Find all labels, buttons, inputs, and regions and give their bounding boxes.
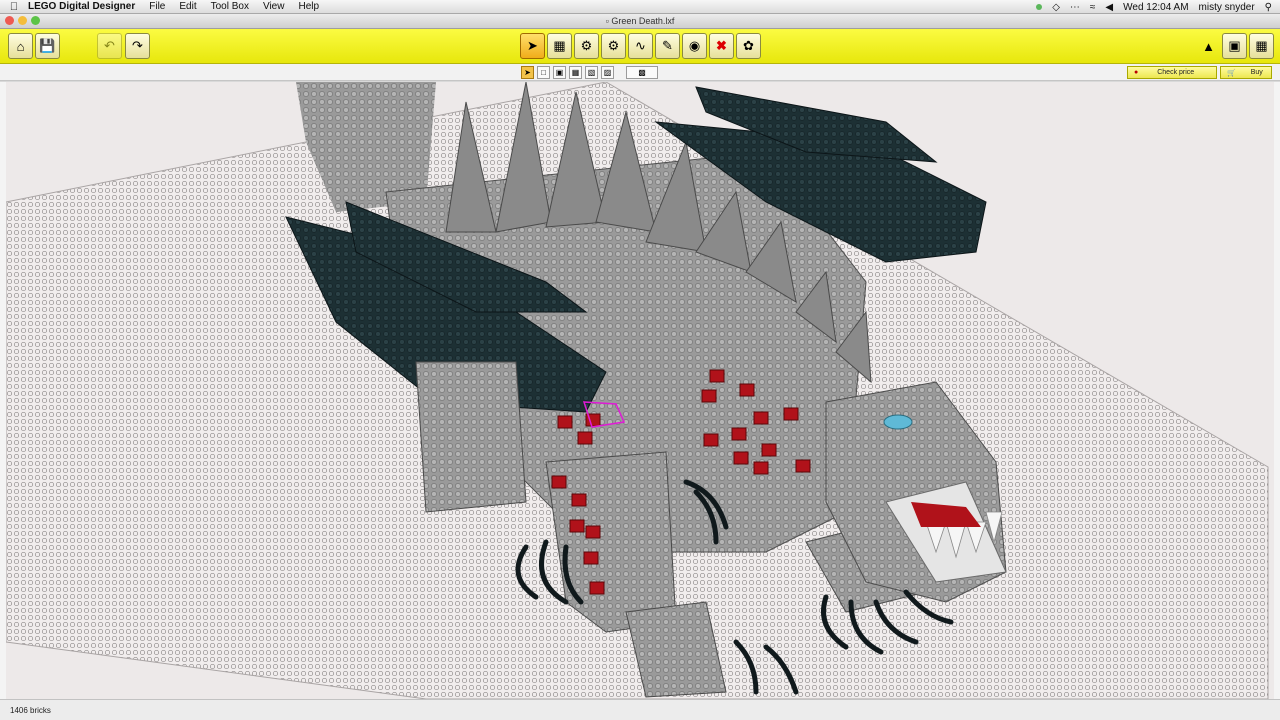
apple-menu-icon[interactable]: : [0, 1, 28, 13]
view-mode-icon: ▣: [1228, 38, 1241, 53]
menu-edit[interactable]: Edit: [179, 1, 196, 12]
buy-label: Buy: [1250, 69, 1263, 76]
flex-tool-button[interactable]: ∿: [628, 33, 653, 59]
status-bar: 1406 bricks: [0, 699, 1280, 720]
menu-view[interactable]: View: [263, 1, 285, 12]
document-title: ▫ Green Death.lxf: [0, 16, 1280, 26]
instructions-icon: ▦: [1255, 38, 1268, 53]
check-price-icon: ●: [1134, 69, 1139, 76]
multi-select-button[interactable]: □: [537, 66, 550, 79]
single-select-button[interactable]: ➤: [521, 66, 534, 79]
view-mode-button[interactable]: ▣: [1222, 33, 1247, 59]
decorate-icon: ✿: [743, 38, 754, 53]
mac-menubar:  LEGO Digital Designer File Edit Tool B…: [0, 0, 1280, 14]
home-button[interactable]: ⌂: [8, 33, 33, 59]
hinge-tool-button[interactable]: ⚙: [574, 33, 599, 59]
instructions-mode-button[interactable]: ▦: [1249, 33, 1274, 59]
clone-icon: ▦: [553, 38, 566, 53]
save-icon: 💾: [39, 38, 56, 53]
document-title-text: Green Death.lxf: [611, 16, 675, 26]
select-tool-button[interactable]: ➤: [520, 33, 545, 59]
redo-icon: ↷: [132, 38, 143, 53]
connected-select-icon: ▣: [555, 68, 564, 77]
delete-tool-button[interactable]: ✖: [709, 33, 734, 59]
window-titlebar: ▫ Green Death.lxf: [0, 14, 1280, 29]
menubar-clock[interactable]: Wed 12:04 AM: [1123, 2, 1188, 13]
status-indicator-icon[interactable]: [1036, 4, 1043, 10]
build-canvas[interactable]: [0, 82, 1280, 699]
connected-select-button[interactable]: ▣: [553, 66, 566, 79]
document-icon: ▫: [605, 16, 609, 26]
build-mode-icon: ▲: [1202, 38, 1215, 54]
check-price-button[interactable]: ● Check price: [1127, 66, 1217, 79]
group-icon: ▩: [638, 68, 646, 77]
model-viewport[interactable]: [6, 82, 1274, 699]
save-button[interactable]: 💾: [35, 33, 60, 59]
app-menu[interactable]: LEGO Digital Designer: [28, 1, 135, 12]
color-select-button[interactable]: ▦: [569, 66, 582, 79]
multi-select-icon: □: [541, 68, 546, 77]
wifi-icon[interactable]: ≈: [1090, 2, 1096, 13]
invert-select-button[interactable]: ▨: [601, 66, 614, 79]
undo-icon: ↶: [104, 38, 115, 53]
select-arrow-icon: ➤: [527, 38, 538, 53]
menu-help[interactable]: Help: [298, 1, 319, 12]
volume-icon[interactable]: ◀: [1105, 2, 1113, 13]
sub-toolbar: ➤ □ ▣ ▦ ▧ ▨ ▩ ● Check price 🛒 Buy: [0, 64, 1280, 81]
menubar-user[interactable]: misty snyder: [1199, 2, 1255, 13]
paint-icon: ✎: [662, 38, 673, 53]
hinge-icon: ⚙: [580, 38, 593, 53]
flex-icon: ∿: [635, 38, 646, 53]
hinge-align-icon: ⚙: [607, 38, 620, 53]
redo-button[interactable]: ↷: [125, 33, 150, 59]
menu-file[interactable]: File: [149, 1, 165, 12]
app-window:  LEGO Digital Designer File Edit Tool B…: [0, 0, 1280, 720]
group-select-button[interactable]: ▩: [626, 66, 658, 79]
build-mode-button[interactable]: ▲: [1196, 33, 1221, 59]
dragon-eye: [883, 414, 913, 430]
delete-icon: ✖: [716, 38, 727, 53]
shape-select-icon: ▧: [587, 68, 596, 77]
buy-button[interactable]: 🛒 Buy: [1220, 66, 1272, 79]
menubar-extras: ◇ ⋯ ≈ ◀ Wed 12:04 AM misty snyder ⚲: [1036, 0, 1272, 14]
check-price-label: Check price: [1157, 69, 1195, 76]
hide-tool-button[interactable]: ◉: [682, 33, 707, 59]
paint-tool-button[interactable]: ✎: [655, 33, 680, 59]
spotlight-icon[interactable]: ⚲: [1265, 2, 1272, 13]
cart-icon: 🛒: [1227, 69, 1236, 77]
invert-select-icon: ▨: [603, 68, 612, 77]
shape-select-button[interactable]: ▧: [585, 66, 598, 79]
cursor-icon: ➤: [524, 68, 531, 77]
hide-icon: ◉: [688, 38, 701, 53]
main-toolbar: ⌂ 💾 ↶ ↷ ➤ ▦ ⚙ ⚙ ∿ ✎ ◉ ✖ ✿ ▲ ▣ ▦: [0, 29, 1280, 64]
undo-button[interactable]: ↶: [97, 33, 122, 59]
overflow-icon[interactable]: ⋯: [1070, 2, 1080, 13]
hinge-align-tool-button[interactable]: ⚙: [601, 33, 626, 59]
clone-tool-button[interactable]: ▦: [547, 33, 572, 59]
color-select-icon: ▦: [571, 68, 580, 77]
decorate-tool-button[interactable]: ✿: [736, 33, 761, 59]
menu-toolbox[interactable]: Tool Box: [211, 1, 249, 12]
dropbox-icon[interactable]: ◇: [1052, 2, 1060, 13]
home-icon: ⌂: [16, 38, 25, 54]
brick-count: 1406 bricks: [10, 706, 51, 715]
